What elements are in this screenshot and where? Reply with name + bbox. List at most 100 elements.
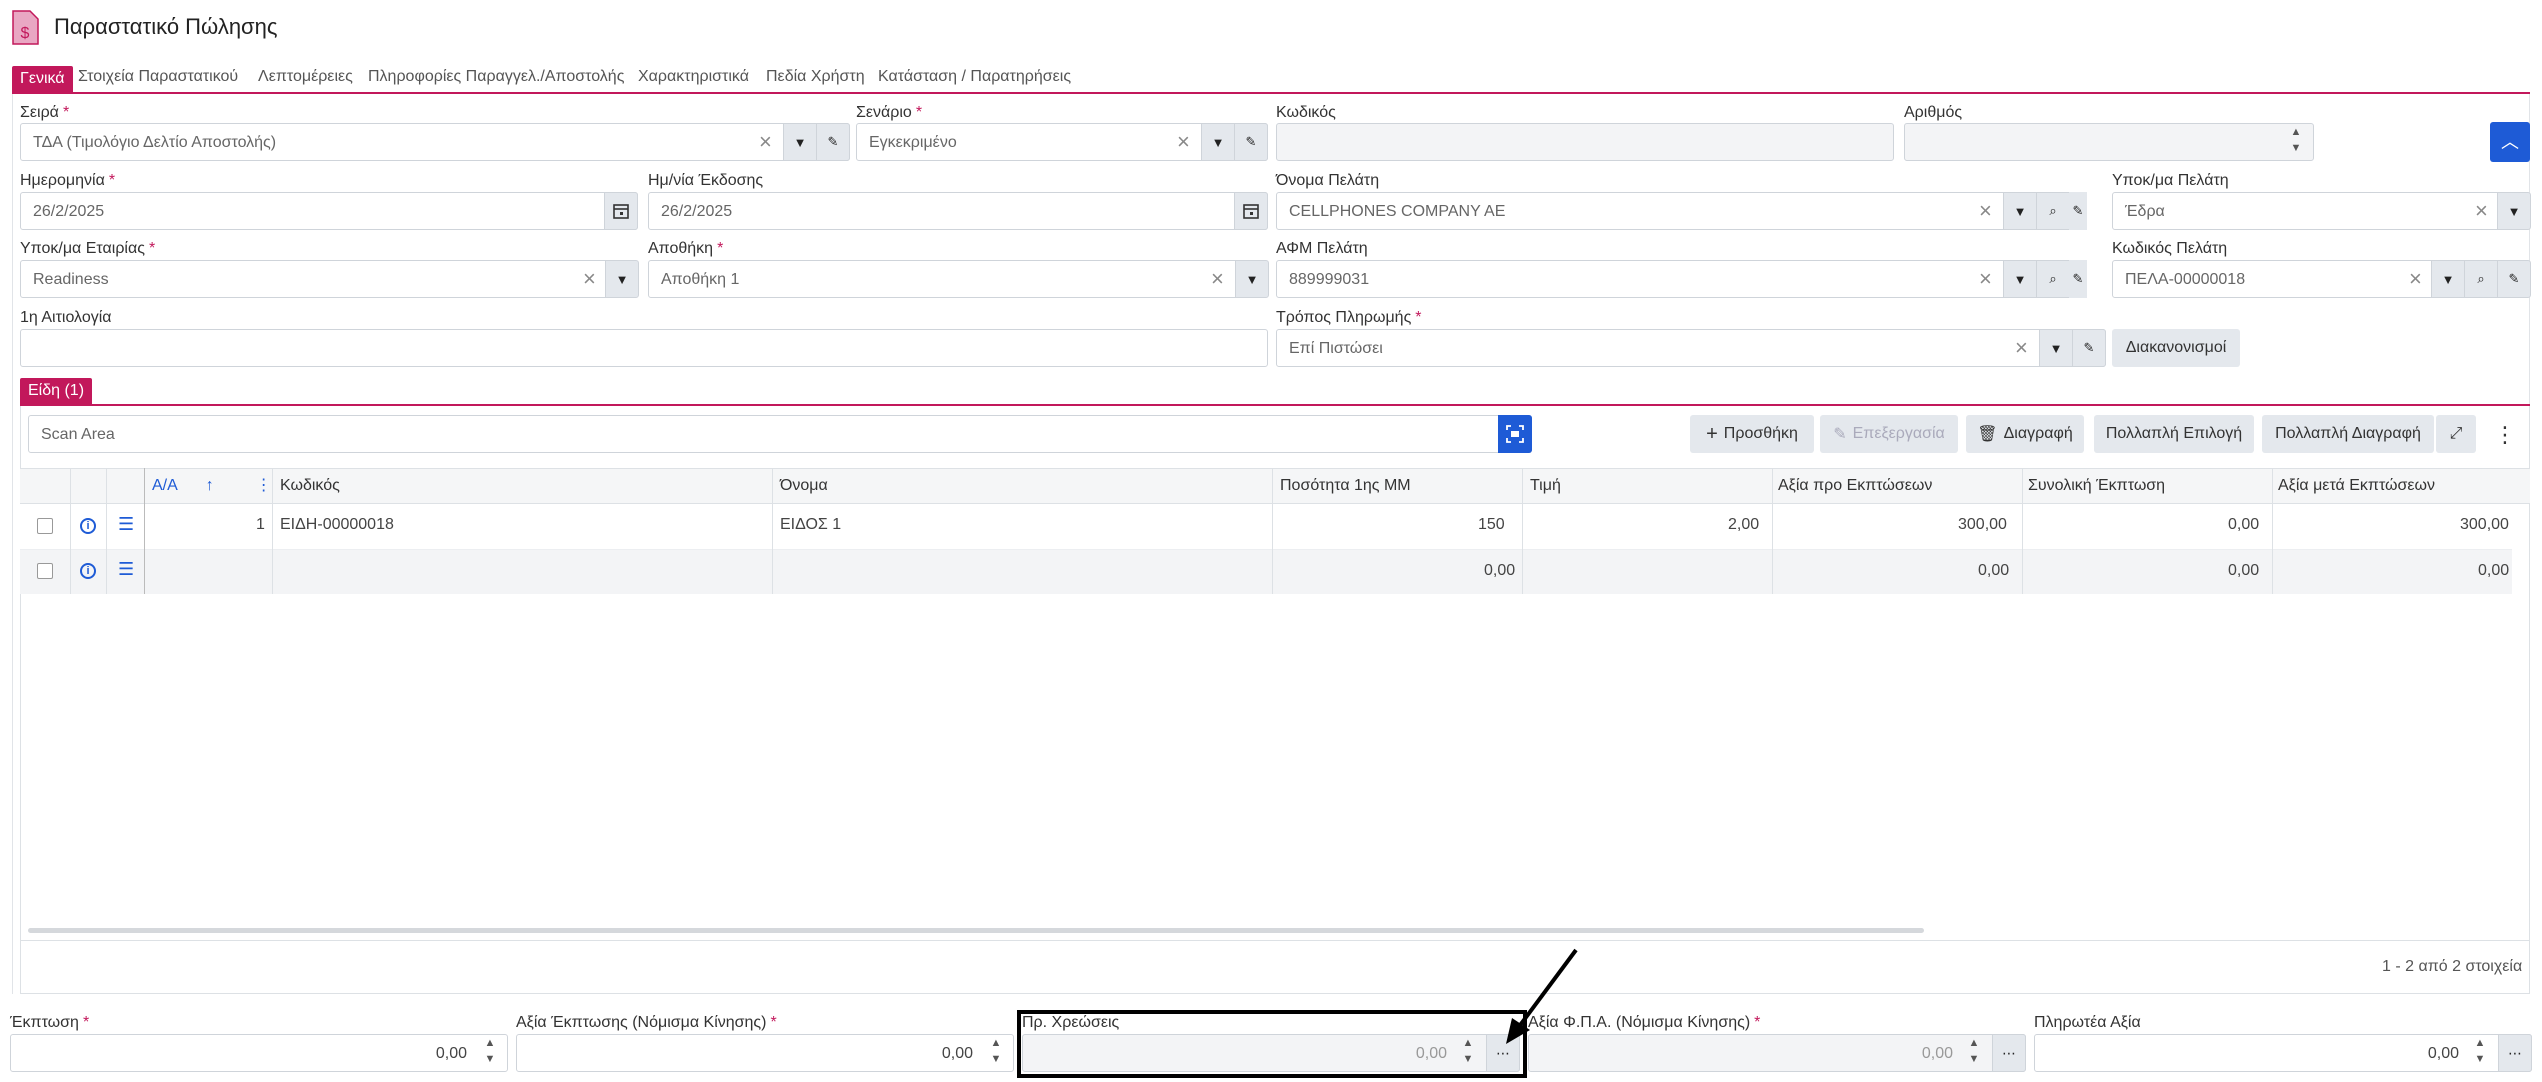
issue-date-picker[interactable]: 26/2/2025 xyxy=(648,192,1268,230)
warehouse-select[interactable]: Αποθήκη 1 × ▼ xyxy=(648,260,1269,298)
edit-pencil-icon[interactable]: ✎ xyxy=(2072,329,2106,367)
clear-icon[interactable]: × xyxy=(2409,267,2422,291)
edit-button[interactable]: ✎ Επεξεργασία xyxy=(1820,415,1958,453)
row-checkbox[interactable] xyxy=(37,518,53,534)
discount-label: Έκπτωση * xyxy=(10,1014,90,1031)
edit-pencil-icon[interactable]: ✎ xyxy=(1234,123,1268,161)
tab-general[interactable]: Γενικά xyxy=(12,66,73,92)
date-picker[interactable]: 26/2/2025 xyxy=(20,192,638,230)
edit-pencil-icon[interactable]: ✎ xyxy=(2497,260,2531,298)
annotation-highlight-box xyxy=(1017,1010,1527,1078)
stepper-arrows-icon[interactable]: ▲ ▼ xyxy=(1961,1035,1987,1071)
edit-pencil-icon[interactable]: ✎ xyxy=(816,123,850,161)
col-aa-header[interactable]: Α/Α ↑ ⋮ xyxy=(152,468,272,504)
info-icon[interactable]: i xyxy=(80,518,96,534)
trash-icon: 🗑 xyxy=(1977,426,1998,443)
col-value-before-header[interactable]: Αξία προ Εκπτώσεων xyxy=(1778,468,1932,504)
customer-branch-select[interactable]: Έδρα × ▼ xyxy=(2112,192,2531,230)
chevron-down-icon[interactable]: ▼ xyxy=(783,123,817,161)
chevron-down-icon[interactable]: ▼ xyxy=(2003,192,2037,230)
row-menu-icon[interactable]: ☰ xyxy=(118,515,134,533)
chevron-down-icon[interactable]: ▼ xyxy=(2497,192,2531,230)
scenario-select[interactable]: Εγκεκριμένο × ▼ ✎ xyxy=(856,123,1268,161)
col-divider xyxy=(2272,468,2273,594)
delete-button[interactable]: 🗑 Διαγραφή xyxy=(1966,415,2084,453)
clear-icon[interactable]: × xyxy=(1211,267,1224,291)
more-options-icon[interactable]: ⋮ xyxy=(2494,422,2516,448)
payable-input[interactable]: 0,00 ▲ ▼ ⋯ xyxy=(2034,1034,2532,1072)
chevron-down-icon[interactable]: ▼ xyxy=(1201,123,1235,161)
search-icon[interactable]: ⌕ xyxy=(2036,192,2070,230)
scan-area-input[interactable]: Scan Area xyxy=(28,415,1532,453)
search-icon[interactable]: ⌕ xyxy=(2464,260,2498,298)
sort-ascending-icon[interactable]: ↑ xyxy=(206,477,214,494)
tab-details[interactable]: Λεπτομέρειες xyxy=(258,66,353,92)
multi-delete-button[interactable]: Πολλαπλή Διαγραφή xyxy=(2262,415,2434,453)
customer-vat-select[interactable]: 889999031 × ▼ ⌕ ✎ xyxy=(1276,260,2087,298)
col-discount-header[interactable]: Συνολική Έκπτωση xyxy=(2028,468,2165,504)
series-label: Σειρά * xyxy=(20,104,70,121)
clear-icon[interactable]: × xyxy=(1979,267,1992,291)
tab-characteristics[interactable]: Χαρακτηριστικά xyxy=(638,66,749,92)
chevron-down-icon[interactable]: ▼ xyxy=(605,260,639,298)
tab-status-notes[interactable]: Κατάσταση / Παρατηρήσεις xyxy=(878,66,1071,92)
more-horizontal-icon[interactable]: ⋯ xyxy=(2498,1034,2532,1072)
clear-icon[interactable]: × xyxy=(2015,336,2028,360)
clear-icon[interactable]: × xyxy=(759,130,772,154)
horizontal-scrollbar[interactable] xyxy=(28,928,1924,933)
col-name-header[interactable]: Όνομα xyxy=(780,468,828,504)
stepper-arrows-icon[interactable]: ▲ ▼ xyxy=(477,1035,503,1071)
items-tab[interactable]: Είδη (1) xyxy=(20,378,93,404)
tab-user-fields[interactable]: Πεδία Χρήστη xyxy=(766,66,865,92)
stepper-arrows-icon[interactable]: ▲ ▼ xyxy=(983,1035,1009,1071)
clear-icon[interactable]: × xyxy=(583,267,596,291)
edit-pencil-icon[interactable]: ✎ xyxy=(2069,260,2087,298)
stepper-arrows-icon[interactable]: ▲ ▼ xyxy=(2467,1035,2493,1071)
col-qty-header[interactable]: Ποσότητα 1ης ΜΜ xyxy=(1280,468,1411,504)
table-footer-line xyxy=(20,940,2530,941)
customer-code-select[interactable]: ΠΕΛΑ-00000018 × ▼ ⌕ ✎ xyxy=(2112,260,2531,298)
row-menu-icon[interactable]: ☰ xyxy=(118,560,134,578)
expand-icon[interactable]: ⤢ xyxy=(2436,415,2476,453)
scan-area-placeholder: Scan Area xyxy=(41,426,115,443)
clear-icon[interactable]: × xyxy=(2475,199,2488,223)
dollar-document-icon: $ xyxy=(12,10,39,45)
series-select[interactable]: ΤΔΑ (Τιμολόγιο Δελτίο Αποστολής) × ▼ ✎ xyxy=(20,123,850,161)
col-value-after-header[interactable]: Αξία μετά Εκπτώσεων xyxy=(2278,468,2435,504)
table-row[interactable] xyxy=(20,550,2512,594)
chevron-down-icon[interactable]: ▼ xyxy=(1235,260,1269,298)
tab-order-shipping-info[interactable]: Πληροφορίες Παραγγελ./Αποστολής xyxy=(368,66,624,92)
customer-name-select[interactable]: CELLPHONES COMPANY AE × ▼ ⌕ ✎ xyxy=(1276,192,2087,230)
scroll-top-button[interactable]: ︿ xyxy=(2490,122,2530,162)
vat-value-input[interactable]: 0,00 ▲ ▼ ⋯ xyxy=(1528,1034,2026,1072)
chevron-down-icon[interactable]: ▼ xyxy=(2431,260,2465,298)
chevron-down-icon[interactable]: ▼ xyxy=(2003,260,2037,298)
calendar-icon[interactable] xyxy=(604,192,638,230)
calendar-icon[interactable] xyxy=(1234,192,1268,230)
customer-vat-value: 889999031 xyxy=(1289,271,1370,288)
settlements-button[interactable]: Διακανονισμοί xyxy=(2112,329,2240,367)
clear-icon[interactable]: × xyxy=(1979,199,1992,223)
column-menu-icon[interactable]: ⋮ xyxy=(256,477,272,494)
col-price-header[interactable]: Τιμή xyxy=(1530,468,1561,504)
reason-input[interactable] xyxy=(20,329,1268,367)
more-horizontal-icon[interactable]: ⋯ xyxy=(1992,1034,2026,1072)
row-checkbox[interactable] xyxy=(37,563,53,579)
info-icon[interactable]: i xyxy=(80,563,96,579)
col-code-header[interactable]: Κωδικός xyxy=(280,468,340,504)
add-button[interactable]: + Προσθήκη xyxy=(1690,415,1814,453)
warehouse-label: Αποθήκη * xyxy=(648,240,724,257)
company-branch-select[interactable]: Readiness × ▼ xyxy=(20,260,639,298)
page-header-icon: $ xyxy=(10,10,40,46)
tab-document-details[interactable]: Στοιχεία Παραστατικού xyxy=(78,66,238,92)
edit-pencil-icon[interactable]: ✎ xyxy=(2069,192,2087,230)
chevron-down-icon[interactable]: ▼ xyxy=(2039,329,2073,367)
search-icon[interactable]: ⌕ xyxy=(2036,260,2070,298)
clear-icon[interactable]: × xyxy=(1177,130,1190,154)
number-label: Αριθμός xyxy=(1904,104,1963,121)
multi-select-button[interactable]: Πολλαπλή Επιλογή xyxy=(2094,415,2254,453)
scan-barcode-icon[interactable] xyxy=(1498,415,1532,453)
discount-value-input[interactable]: 0,00 ▲ ▼ xyxy=(516,1034,1014,1072)
discount-input[interactable]: 0,00 ▲ ▼ xyxy=(10,1034,508,1072)
payment-method-select[interactable]: Επί Πιστώσει × ▼ ✎ xyxy=(1276,329,2106,367)
